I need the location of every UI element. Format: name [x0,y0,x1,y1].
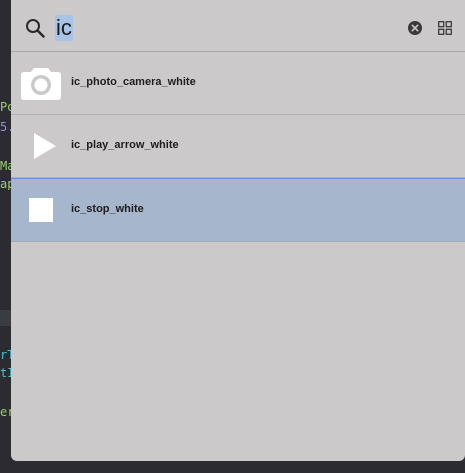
result-item-photo-camera[interactable]: ic_photo_camera_white [11,52,465,115]
result-item-play-arrow[interactable]: ic_play_arrow_white [11,115,465,178]
search-icon [25,18,45,38]
result-item-stop[interactable]: ic_stop_white [11,178,465,242]
grid-view-icon[interactable] [438,21,452,35]
search-bar: ic [11,0,465,52]
result-item-label: ic_stop_white [71,203,144,215]
result-list: ic_photo_camera_white ic_play_arrow_whit… [11,52,465,242]
photo-camera-icon [21,63,61,103]
result-item-label: ic_photo_camera_white [71,76,196,88]
search-input[interactable]: ic [55,15,73,41]
play-arrow-icon [21,126,61,166]
result-item-label: ic_play_arrow_white [71,139,179,151]
stop-icon [21,190,61,230]
clear-circle-icon[interactable] [408,21,422,35]
icon-picker-popup: ic ic_photo_camera_white ic_play_arrow_w… [11,0,465,461]
